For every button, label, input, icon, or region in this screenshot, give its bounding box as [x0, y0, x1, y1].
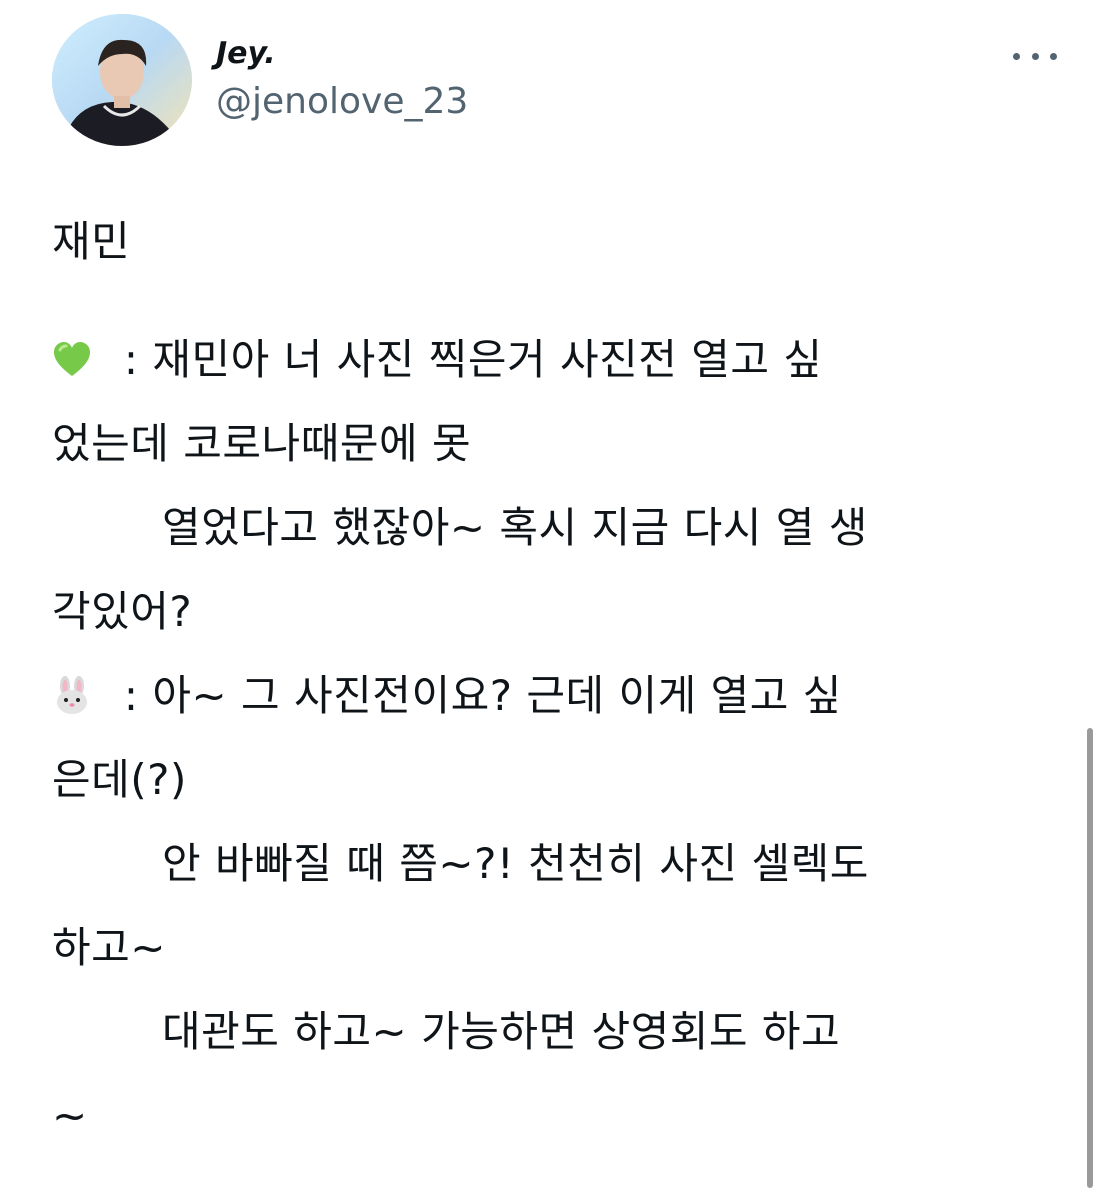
more-dot: [1013, 52, 1020, 60]
tweet-line-speaker-2: : 아~ 그 사진전이요? 근데 이게 열고 싶: [52, 654, 1052, 738]
tweet-header: Jey. @jenolove_23: [52, 14, 1061, 154]
avatar-image: [52, 14, 192, 146]
tweet-line-speaker-1: : 재민아 너 사진 찍은거 사진전 열고 싶: [52, 318, 1052, 402]
tweet-line: : 아~ 그 사진전이요? 근데 이게 열고 싶: [110, 671, 842, 720]
tweet-line: 대관도 하고~ 가능하면 상영회도 하고: [162, 1007, 841, 1056]
tweet-line: : 재민아 너 사진 찍은거 사진전 열고 싶: [110, 335, 823, 384]
tweet-line: 었는데 코로나때문에 못: [52, 419, 472, 468]
tweet-line: 재민: [52, 217, 131, 266]
more-horizontal-icon[interactable]: [1009, 36, 1061, 76]
tweet-line: 하고~: [52, 923, 166, 972]
avatar[interactable]: [52, 14, 192, 146]
tweet-line: 은데(?): [52, 755, 187, 804]
display-name[interactable]: Jey.: [216, 34, 468, 74]
green-heart-icon: [54, 342, 90, 376]
tweet-line: 열었다고 했잖아~ 혹시 지금 다시 열 생: [162, 503, 868, 552]
more-dot: [1031, 52, 1039, 60]
user-info: Jey. @jenolove_23: [216, 34, 468, 124]
tweet-line: 각있어?: [52, 587, 193, 636]
tweet-body: 재민 : 재민아 너 사진 찍은거 사진전 열고 싶 었는데 코로나때문에 못 …: [52, 200, 1052, 1158]
user-handle[interactable]: @jenolove_23: [216, 80, 468, 124]
rabbit-face-icon: [57, 676, 87, 714]
scrollbar[interactable]: [1087, 728, 1093, 1188]
more-dot: [1050, 52, 1057, 60]
tweet-line: ~: [52, 1091, 88, 1140]
tweet-line: 안 바빠질 때 쯤~?! 천천히 사진 셀렉도: [162, 839, 869, 888]
